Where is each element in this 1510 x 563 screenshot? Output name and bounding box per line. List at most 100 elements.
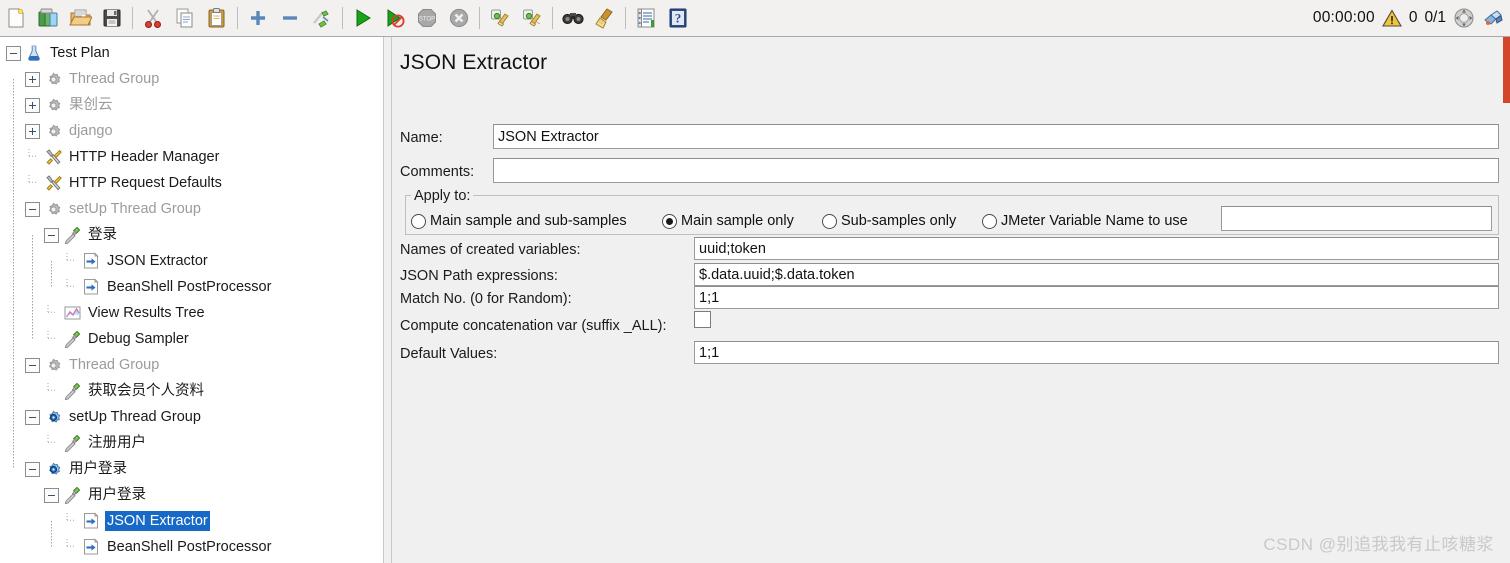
compute-concatenation-checkbox[interactable] (694, 311, 711, 328)
tree-node[interactable]: Debug Sampler (0, 326, 383, 352)
tree-node-label: 获取会员个人资料 (88, 383, 204, 399)
run-button-group: STOP (347, 3, 475, 33)
stop-all-icon[interactable] (1453, 7, 1475, 29)
tree-node[interactable]: Test Plan (0, 40, 383, 66)
tree-node[interactable]: setUp Thread Group (0, 196, 383, 222)
paste-icon[interactable] (202, 3, 232, 33)
sampler-icon (62, 226, 82, 244)
toggle-icon[interactable] (307, 3, 337, 33)
clear-icon[interactable] (485, 3, 515, 33)
tree-collapse-icon[interactable] (25, 461, 40, 477)
shutdown-icon[interactable] (444, 3, 474, 33)
tree-node[interactable]: setUp Thread Group (0, 404, 383, 430)
tree-node-leaf-spacer (44, 434, 62, 453)
remote-engine-icon[interactable] (1482, 7, 1504, 29)
open-icon[interactable] (65, 3, 95, 33)
radio-main-sample-and-sub-samples[interactable]: Main sample and sub-samples (411, 213, 627, 229)
stop-icon[interactable]: STOP (412, 3, 442, 33)
radio-label: Main sample only (681, 213, 794, 229)
default-values-input[interactable] (694, 341, 1499, 364)
config-element-icon (43, 148, 63, 166)
thread-group-icon (43, 356, 63, 374)
tree-node[interactable]: 获取会员个人资料 (0, 378, 383, 404)
new-icon[interactable] (1, 3, 31, 33)
tree-expand-icon[interactable] (25, 97, 40, 113)
reset-search-icon[interactable] (590, 3, 620, 33)
tree-node[interactable]: 注册用户 (0, 430, 383, 456)
tree-node[interactable]: HTTP Request Defaults (0, 170, 383, 196)
tree-node[interactable]: Thread Group (0, 352, 383, 378)
radio-indicator[interactable] (411, 213, 426, 229)
tree-node[interactable]: BeanShell PostProcessor (0, 274, 383, 300)
tree-node[interactable]: 用户登录 (0, 482, 383, 508)
sampler-icon (62, 330, 82, 348)
jmeter-variable-name-input[interactable] (1221, 206, 1492, 231)
edit-button-group (137, 3, 233, 33)
tree-node-label: 用户登录 (69, 461, 127, 477)
tree-collapse-icon[interactable] (44, 227, 59, 243)
elapsed-time: 00:00:00 (1312, 9, 1375, 26)
tree-node[interactable]: JSON Extractor (0, 508, 383, 534)
radio-indicator[interactable] (822, 213, 837, 229)
function-helper-icon[interactable] (631, 3, 661, 33)
radio-main-sample-only[interactable]: Main sample only (662, 213, 794, 229)
save-icon[interactable] (97, 3, 127, 33)
radio-indicator[interactable] (982, 213, 997, 229)
radio-label: JMeter Variable Name to use (1001, 213, 1188, 229)
tree-node[interactable]: JSON Extractor (0, 248, 383, 274)
tree-collapse-icon[interactable] (25, 357, 40, 373)
tree-guide-line (51, 521, 52, 547)
pane-splitter[interactable] (383, 37, 392, 563)
error-count: 0 (1408, 9, 1418, 26)
start-no-pauses-icon[interactable] (380, 3, 410, 33)
names-of-created-variables-input[interactable] (694, 237, 1499, 260)
tree-node-label: HTTP Header Manager (69, 149, 220, 165)
tree-collapse-icon[interactable] (44, 487, 59, 503)
toolbar-separator (237, 7, 238, 29)
tree-node[interactable]: View Results Tree (0, 300, 383, 326)
tree-expand-icon[interactable] (25, 123, 40, 139)
toolbar-separator (625, 7, 626, 29)
tree-node[interactable]: django (0, 118, 383, 144)
tree-collapse-icon[interactable] (6, 45, 21, 61)
main-toolbar: STOP ? 00:00:00 0 0/1 (0, 0, 1510, 37)
tree-collapse-icon[interactable] (25, 201, 40, 217)
name-input[interactable] (493, 124, 1499, 149)
radio-indicator[interactable] (662, 213, 677, 229)
tree-node[interactable]: Thread Group (0, 66, 383, 92)
tree-button-group (242, 3, 338, 33)
radio-jmeter-variable-name[interactable]: JMeter Variable Name to use (982, 213, 1188, 229)
tree-node[interactable]: BeanShell PostProcessor (0, 534, 383, 560)
expand-all-icon[interactable] (243, 3, 273, 33)
tree-node[interactable]: 果创云 (0, 92, 383, 118)
test-plan-tree[interactable]: Test Plan Thread Group 果创云 django HTTP H… (0, 37, 383, 560)
tree-node[interactable]: HTTP Header Manager (0, 144, 383, 170)
sampler-icon (62, 382, 82, 400)
tree-node[interactable]: 用户登录 (0, 456, 383, 482)
json-path-expressions-input[interactable] (694, 263, 1499, 286)
tree-guide-line (13, 79, 14, 469)
clear-all-icon[interactable] (517, 3, 547, 33)
tree-node-label: 果创云 (69, 97, 113, 113)
copy-icon[interactable] (170, 3, 200, 33)
collapse-all-icon[interactable] (275, 3, 305, 33)
match-number-input[interactable] (694, 286, 1499, 309)
tree-node-label: Thread Group (69, 357, 160, 373)
help-icon[interactable]: ? (663, 3, 693, 33)
tree-node-label: JSON Extractor (105, 511, 210, 531)
test-plan-tree-pane[interactable]: Test Plan Thread Group 果创云 django HTTP H… (0, 37, 383, 563)
cut-icon[interactable] (138, 3, 168, 33)
start-icon[interactable] (348, 3, 378, 33)
toolbar-separator (552, 7, 553, 29)
templates-icon[interactable] (33, 3, 63, 33)
apply-to-label: Apply to: (411, 188, 474, 204)
tree-node[interactable]: 登录 (0, 222, 383, 248)
search-icon[interactable] (558, 3, 588, 33)
tree-expand-icon[interactable] (25, 71, 40, 87)
tree-collapse-icon[interactable] (25, 409, 40, 425)
radio-sub-samples-only[interactable]: Sub-samples only (822, 213, 956, 229)
toolbar-status-area: 00:00:00 0 0/1 (1313, 7, 1510, 29)
warning-triangle-icon[interactable] (1381, 8, 1402, 28)
comments-input[interactable] (493, 158, 1499, 183)
match-number-label: Match No. (0 for Random): (400, 291, 572, 307)
